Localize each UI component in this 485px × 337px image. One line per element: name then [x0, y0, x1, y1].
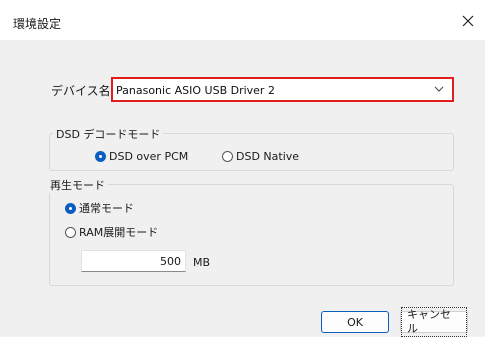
- radio-ram-mode[interactable]: RAM展開モード: [65, 224, 158, 240]
- cancel-button-label: キャンセル: [401, 307, 467, 337]
- title-bar: 環境設定: [0, 0, 485, 40]
- close-button[interactable]: [455, 8, 481, 34]
- radio-dsd-native-label: DSD Native: [236, 150, 300, 163]
- ok-button-label: OK: [347, 315, 363, 329]
- radio-dsd-native-indicator: [222, 151, 233, 162]
- device-name-select[interactable]: Panasonic ASIO USB Driver 2: [111, 77, 454, 102]
- dialog-title: 環境設定: [13, 17, 62, 31]
- dsd-decode-mode-title: DSD デコードモード: [53, 126, 164, 142]
- settings-dialog: 環境設定 デバイス名 Panasonic ASIO USB Driver 2 D…: [0, 0, 485, 337]
- radio-ram-mode-indicator: [65, 226, 76, 238]
- close-icon: [462, 15, 474, 27]
- cancel-button[interactable]: キャンセル: [400, 307, 468, 337]
- radio-dsd-over-pcm[interactable]: DSD over PCM: [95, 150, 188, 163]
- radio-dsd-over-pcm-indicator: [95, 151, 106, 162]
- device-name-label: デバイス名: [51, 84, 111, 98]
- radio-normal-mode[interactable]: 通常モード: [65, 200, 134, 216]
- radio-normal-mode-label: 通常モード: [79, 202, 134, 215]
- ram-size-input[interactable]: 500: [81, 250, 186, 272]
- radio-dsd-native[interactable]: DSD Native: [222, 150, 299, 163]
- ram-size-unit: MB: [193, 256, 211, 269]
- playback-mode-title: 再生モード: [47, 177, 108, 193]
- radio-normal-mode-indicator: [65, 202, 76, 214]
- radio-dsd-over-pcm-label: DSD over PCM: [109, 150, 189, 163]
- radio-ram-mode-label: RAM展開モード: [79, 226, 159, 239]
- device-name-value: Panasonic ASIO USB Driver 2: [116, 84, 275, 97]
- chevron-down-icon: [434, 86, 444, 92]
- ok-button[interactable]: OK: [321, 311, 389, 333]
